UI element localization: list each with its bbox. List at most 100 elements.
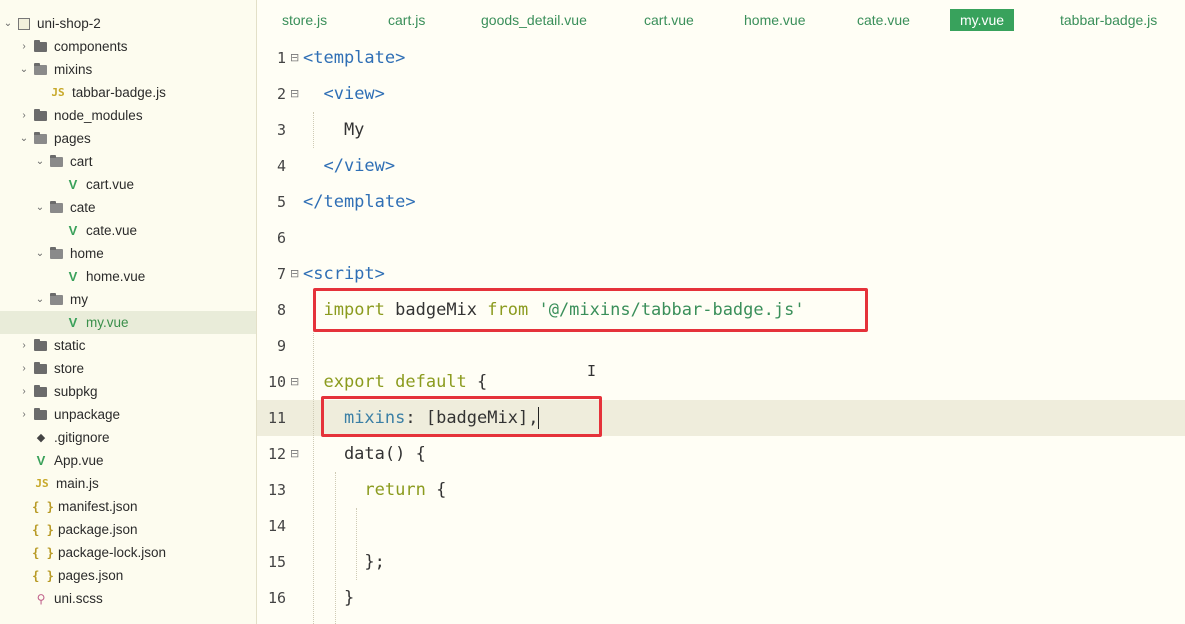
tree-item-pages-json[interactable]: { } pages.json: [0, 564, 256, 587]
folder-icon: [34, 338, 47, 351]
json-file-icon: { }: [32, 499, 54, 514]
code-token: <template>: [303, 48, 406, 68]
tree-item-store[interactable]: › store: [0, 357, 256, 380]
tab-cart-js[interactable]: cart.js: [388, 9, 425, 31]
code-token: </view>: [323, 156, 396, 176]
tab-tabbar-badge-js[interactable]: tabbar-badge.js: [1060, 9, 1157, 31]
tab-home-vue[interactable]: home.vue: [744, 9, 805, 31]
chevron-down-icon[interactable]: ⌄: [18, 64, 30, 75]
tab-cate-vue[interactable]: cate.vue: [857, 9, 910, 31]
tree-item-label: subpkg: [54, 384, 98, 399]
code-line-7[interactable]: 7 ⊟ <script>: [257, 256, 1185, 292]
tree-item-manifest-json[interactable]: { } manifest.json: [0, 495, 256, 518]
chevron-right-icon[interactable]: ›: [18, 363, 30, 374]
folder-icon: [34, 361, 47, 374]
tree-item-label: static: [54, 338, 86, 353]
tree-item-label: unpackage: [54, 407, 121, 422]
javascript-file-icon: JS: [35, 477, 49, 490]
code-token: };: [303, 552, 385, 572]
line-number: 16: [267, 589, 286, 607]
tree-item-unpackage[interactable]: › unpackage: [0, 403, 256, 426]
tree-item-home-vue[interactable]: Vhome.vue: [0, 265, 256, 288]
code-text: }: [303, 580, 354, 616]
chevron-down-icon[interactable]: ⌄: [2, 18, 14, 29]
tree-item-package-lock-json[interactable]: { } package-lock.json: [0, 541, 256, 564]
code-line-12[interactable]: 12 ⊟ data() {: [257, 436, 1185, 472]
line-number: 11: [267, 409, 286, 427]
tree-item--gitignore[interactable]: ◆ .gitignore: [0, 426, 256, 449]
indent-guide: [313, 328, 315, 624]
line-number: 1: [276, 49, 286, 67]
tree-item-my-vue[interactable]: Vmy.vue: [0, 311, 256, 334]
tree-item-package-json[interactable]: { } package.json: [0, 518, 256, 541]
line-number: 9: [276, 337, 286, 355]
tree-item-my[interactable]: ⌄ my: [0, 288, 256, 311]
chevron-down-icon[interactable]: ⌄: [34, 156, 46, 167]
tree-item-app-vue[interactable]: V App.vue: [0, 449, 256, 472]
folder-icon: [34, 39, 47, 52]
fold-toggle-icon[interactable]: ⊟: [290, 364, 299, 400]
line-number: 8: [276, 301, 286, 319]
tree-item-cate[interactable]: ⌄ cate: [0, 196, 256, 219]
code-line-16[interactable]: 16 }: [257, 580, 1185, 616]
tree-item-label: uni-shop-2: [37, 16, 101, 31]
tree-item-uni-shop-2[interactable]: ⌄ uni-shop-2: [0, 12, 256, 35]
chevron-right-icon[interactable]: ›: [18, 409, 30, 420]
code-line-2[interactable]: 2 ⊟ <view>: [257, 76, 1185, 112]
tree-item-label: App.vue: [54, 453, 104, 468]
tree-item-cate-vue[interactable]: Vcate.vue: [0, 219, 256, 242]
fold-toggle-icon[interactable]: ⊟: [290, 40, 299, 76]
chevron-right-icon[interactable]: ›: [18, 110, 30, 121]
fold-toggle-icon[interactable]: ⊟: [290, 436, 299, 472]
folder-open-icon: [50, 154, 63, 167]
tab-cart-vue[interactable]: cart.vue: [644, 9, 694, 31]
code-line-10[interactable]: 10 ⊟ export default {: [257, 364, 1185, 400]
tree-item-node-modules[interactable]: › node_modules: [0, 104, 256, 127]
tree-item-uni-scss[interactable]: ⚲ uni.scss: [0, 587, 256, 610]
folder-open-icon: [34, 62, 47, 75]
code-line-6[interactable]: 6: [257, 220, 1185, 256]
code-editor[interactable]: 1 ⊟ <template> 2 ⊟ <view> 3 My 4 </view> 5 </tem…: [257, 40, 1185, 624]
code-line-3[interactable]: 3 My: [257, 112, 1185, 148]
tree-item-main-js[interactable]: JS main.js: [0, 472, 256, 495]
code-line-1[interactable]: 1 ⊟ <template>: [257, 40, 1185, 76]
chevron-right-icon[interactable]: ›: [18, 340, 30, 351]
code-token: return: [364, 480, 426, 500]
chevron-right-icon[interactable]: ›: [18, 386, 30, 397]
line-number: 13: [267, 481, 286, 499]
code-line-15[interactable]: 15 };: [257, 544, 1185, 580]
indent-guide: [335, 472, 337, 624]
code-line-14[interactable]: 14: [257, 508, 1185, 544]
vue-file-icon: V: [68, 269, 78, 284]
tree-item-mixins[interactable]: ⌄ mixins: [0, 58, 256, 81]
vue-file-icon: V: [68, 223, 78, 238]
fold-toggle-icon[interactable]: ⊟: [290, 76, 299, 112]
tree-item-home[interactable]: ⌄ home: [0, 242, 256, 265]
chevron-down-icon[interactable]: ⌄: [34, 202, 46, 213]
tree-item-subpkg[interactable]: › subpkg: [0, 380, 256, 403]
code-text: <script>: [303, 256, 385, 292]
tree-item-cart[interactable]: ⌄ cart: [0, 150, 256, 173]
code-line-4[interactable]: 4 </view>: [257, 148, 1185, 184]
chevron-right-icon[interactable]: ›: [18, 41, 30, 52]
tree-item-label: uni.scss: [54, 591, 103, 606]
tree-item-cart-vue[interactable]: Vcart.vue: [0, 173, 256, 196]
chevron-down-icon[interactable]: ⌄: [18, 133, 30, 144]
chevron-down-icon[interactable]: ⌄: [34, 248, 46, 259]
code-token: {: [466, 372, 488, 392]
tree-item-tabbar-badge-js[interactable]: JS tabbar-badge.js: [0, 81, 256, 104]
code-text: };: [303, 544, 385, 580]
fold-toggle-icon[interactable]: ⊟: [290, 256, 299, 292]
tab-store-js[interactable]: store.js: [282, 9, 327, 31]
tree-item-static[interactable]: › static: [0, 334, 256, 357]
tree-item-pages[interactable]: ⌄ pages: [0, 127, 256, 150]
tab-goods-detail-vue[interactable]: goods_detail.vue: [481, 9, 587, 31]
code-line-5[interactable]: 5 </template>: [257, 184, 1185, 220]
tab-my-vue[interactable]: my.vue: [950, 9, 1015, 31]
code-line-9[interactable]: 9: [257, 328, 1185, 364]
line-number: 10: [267, 373, 286, 391]
tree-item-components[interactable]: › components: [0, 35, 256, 58]
chevron-down-icon[interactable]: ⌄: [34, 294, 46, 305]
code-line-13[interactable]: 13 return {: [257, 472, 1185, 508]
